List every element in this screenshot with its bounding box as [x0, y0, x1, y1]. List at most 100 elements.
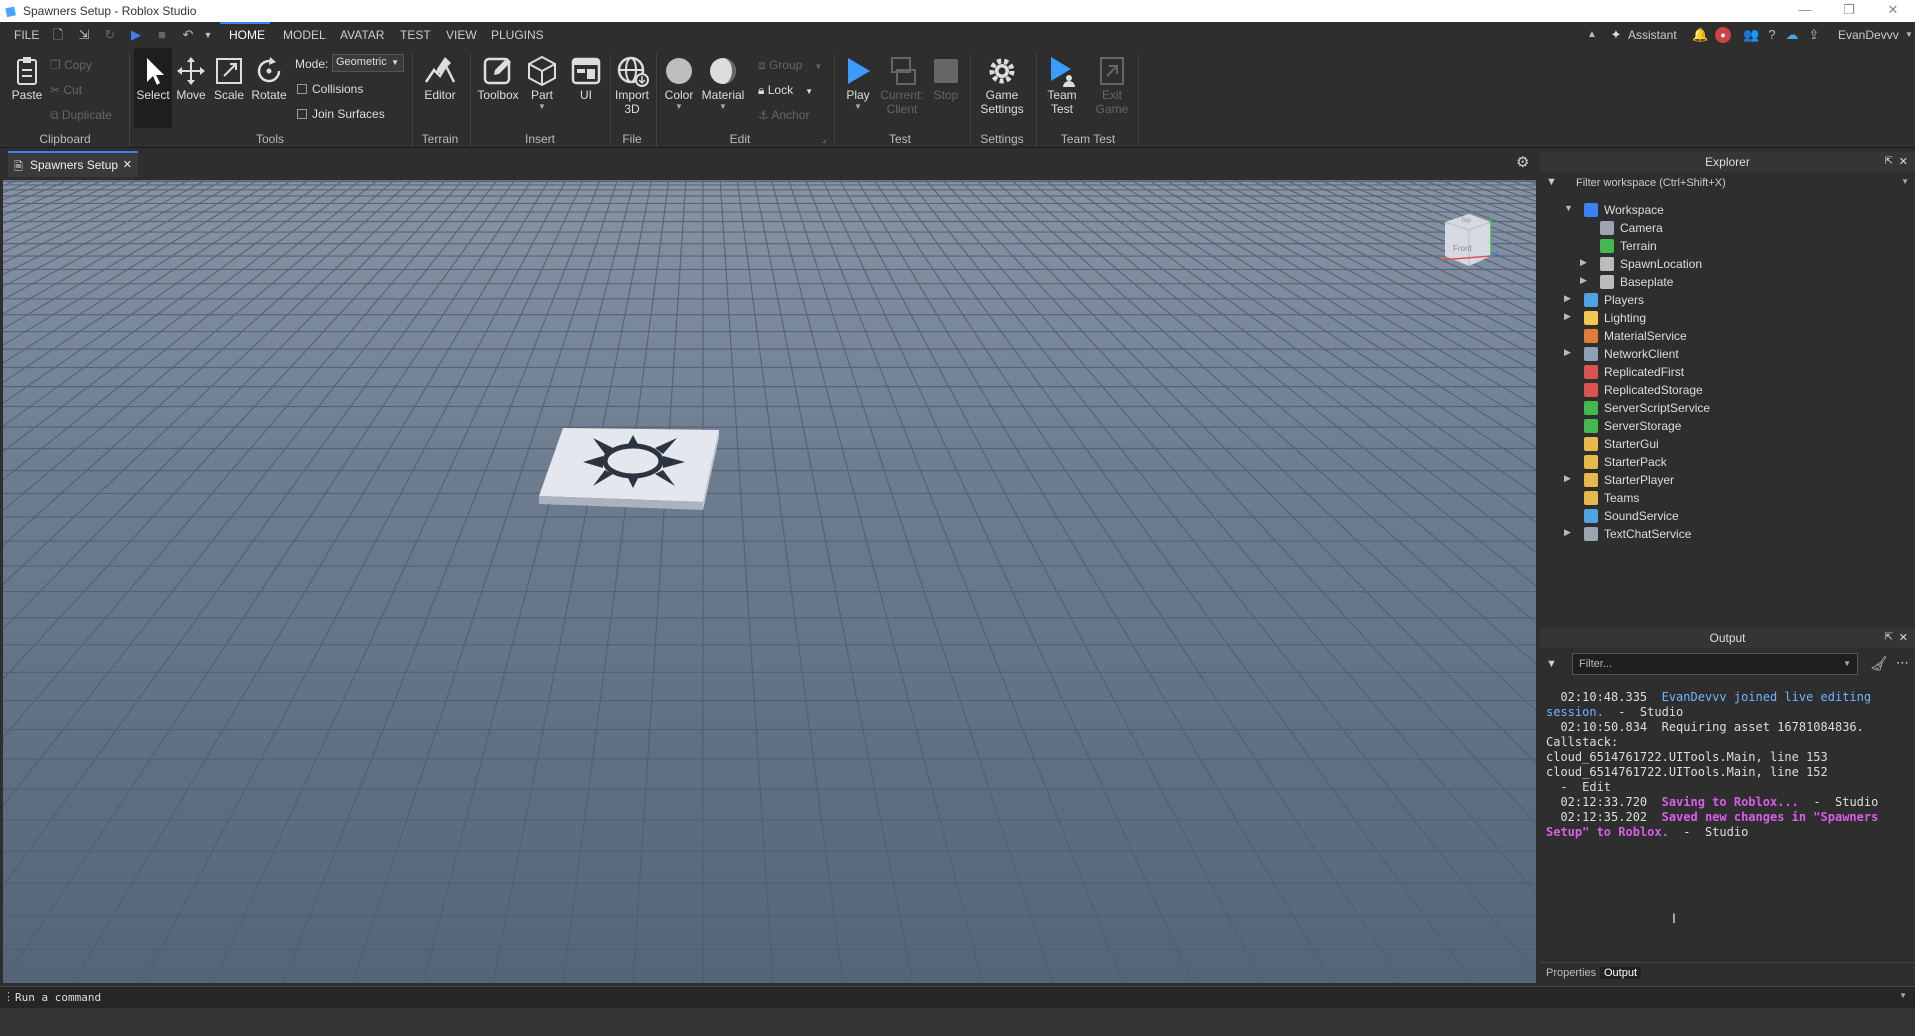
rotate-tool-button[interactable]: Rotate — [248, 54, 290, 102]
avatar-icon[interactable]: ● — [1715, 27, 1731, 43]
explorer-dock-icon[interactable]: ⇱ — [1885, 152, 1893, 172]
clear-output-broom-icon[interactable]: 🧹︎ — [1870, 655, 1888, 672]
current-label-line1: Current: — [880, 88, 924, 102]
ui-button[interactable]: UI — [566, 54, 606, 102]
group-dropdown-icon: ▼ — [814, 62, 823, 71]
minimize-button[interactable]: — — [1790, 2, 1820, 17]
edit-settings-launcher-icon[interactable]: ⌟ — [822, 134, 826, 145]
user-dropdown-icon[interactable]: ▼ — [1901, 27, 1915, 43]
explorer-item-replicatedstorage[interactable]: ReplicatedStorage — [1584, 383, 1703, 401]
output-close-icon[interactable]: ✕ — [1899, 628, 1908, 648]
terrain-editor-button[interactable]: Editor — [418, 54, 462, 102]
close-window-button[interactable]: ✕ — [1878, 2, 1908, 18]
collaborators-icon[interactable]: 👥 — [1743, 27, 1759, 43]
command-bar-dropdown-icon[interactable]: ▼ — [1899, 991, 1907, 1000]
import-3d-label-line2: 3D — [624, 102, 640, 116]
explorer-item-baseplate[interactable]: ▶ Baseplate — [1580, 275, 1673, 293]
log-message: - Studio — [1603, 705, 1684, 719]
tab-view[interactable]: VIEW — [446, 28, 477, 42]
collapsed-arrow-icon[interactable]: ▶ — [1580, 257, 1587, 268]
collapsed-arrow-icon[interactable]: ▶ — [1564, 527, 1571, 538]
paste-button[interactable]: Paste — [8, 54, 46, 102]
collapsed-arrow-icon[interactable]: ▶ — [1564, 293, 1571, 304]
tab-file[interactable]: FILE — [14, 28, 39, 42]
undo-icon[interactable]: ↶ — [180, 27, 196, 43]
explorer-item-startergui[interactable]: StarterGui — [1584, 437, 1659, 455]
tab-avatar[interactable]: AVATAR — [340, 28, 384, 42]
explorer-filter-dropdown-icon[interactable]: ▼ — [1901, 177, 1909, 186]
share-icon[interactable]: ⇪ — [1806, 27, 1822, 43]
lock-button[interactable]: 🔒︎ Lock ▼ — [758, 83, 813, 98]
team-test-button[interactable]: Team Test — [1042, 54, 1082, 116]
bottom-panel-tabs: Properties Output — [1540, 962, 1915, 984]
new-file-icon[interactable]: 🗋 — [50, 27, 66, 43]
collisions-checkbox[interactable]: Collisions — [297, 82, 363, 96]
explorer-close-icon[interactable]: ✕ — [1899, 152, 1908, 172]
view-cube[interactable]: Top Front — [1439, 210, 1499, 274]
document-tab-spawners-setup[interactable]: 🗎 Spawners Setup ✕ — [8, 151, 138, 177]
tab-plugins[interactable]: PLUGINS — [491, 28, 544, 42]
collapsed-arrow-icon[interactable]: ▶ — [1564, 473, 1571, 484]
explorer-item-serverscriptservice[interactable]: ServerScriptService — [1584, 401, 1710, 419]
part-button[interactable]: Part ▼ — [522, 54, 562, 111]
help-icon[interactable]: ? — [1764, 27, 1780, 43]
output-filter-input[interactable]: Filter... ▼ — [1572, 653, 1858, 675]
collapsed-arrow-icon[interactable]: ▶ — [1564, 311, 1571, 322]
join-surfaces-checkbox[interactable]: Join Surfaces — [297, 107, 385, 121]
import-3d-button[interactable]: Import 3D — [612, 54, 652, 116]
toolbox-button[interactable]: Toolbox — [474, 54, 522, 102]
tab-home[interactable]: HOME — [229, 28, 265, 42]
output-more-options-icon[interactable]: ⋯ — [1896, 655, 1909, 671]
notifications-icon[interactable]: 🔔 — [1692, 27, 1708, 43]
publish-icon[interactable]: ⇲ — [76, 27, 92, 43]
command-bar[interactable]: ⋮ Run a command ▼ — [0, 986, 1915, 1008]
explorer-item-networkclient[interactable]: ▶ NetworkClient — [1564, 347, 1679, 365]
move-tool-button[interactable]: Move — [172, 54, 210, 102]
scale-tool-button[interactable]: Scale — [210, 54, 248, 102]
explorer-item-starterplayer[interactable]: ▶ StarterPlayer — [1564, 473, 1674, 491]
assistant-icon[interactable]: ✦ — [1608, 27, 1624, 43]
explorer-item-players[interactable]: ▶ Players — [1564, 293, 1644, 311]
select-tool-button[interactable]: Select — [134, 48, 172, 128]
explorer-item-replicatedfirst[interactable]: ReplicatedFirst — [1584, 365, 1684, 383]
collapsed-arrow-icon[interactable]: ▶ — [1580, 275, 1587, 286]
output-dock-icon[interactable]: ⇱ — [1885, 628, 1893, 648]
anchor-button: ⚓ Anchor — [758, 108, 809, 122]
tab-model[interactable]: MODEL — [283, 28, 326, 42]
3d-viewport[interactable]: Top Front — [3, 180, 1536, 983]
tab-output[interactable]: Output — [1600, 967, 1642, 979]
explorer-item-terrain[interactable]: Terrain — [1600, 239, 1657, 257]
color-button[interactable]: Color ▼ — [658, 54, 700, 111]
assistant-button[interactable]: Assistant — [1628, 28, 1677, 42]
explorer-item-starterpack[interactable]: StarterPack — [1584, 455, 1667, 473]
explorer-item-workspace[interactable]: ▼ Workspace — [1564, 203, 1664, 221]
spawn-location-pad[interactable] — [539, 428, 719, 510]
cloud-icon[interactable]: ☁ — [1784, 27, 1800, 43]
explorer-item-spawnlocation[interactable]: ▶ SpawnLocation — [1580, 257, 1702, 275]
active-tab-indicator — [220, 22, 270, 24]
mode-select[interactable]: Geometric ▼ — [332, 54, 404, 72]
quick-access-dropdown-icon[interactable]: ▼ — [200, 27, 216, 43]
game-settings-button[interactable]: Game Settings — [974, 54, 1030, 116]
play-quick-icon[interactable]: ▶ — [128, 27, 144, 43]
viewport-settings-gear-icon[interactable]: ⚙ — [1516, 153, 1529, 171]
material-button[interactable]: Material ▼ — [700, 54, 746, 111]
explorer-item-camera[interactable]: Camera — [1600, 221, 1663, 239]
restore-button[interactable]: ❐ — [1834, 2, 1864, 18]
collapse-ribbon-icon[interactable]: ▲ — [1584, 27, 1600, 43]
collapsed-arrow-icon[interactable]: ▶ — [1564, 347, 1571, 358]
tab-test[interactable]: TEST — [400, 28, 431, 42]
document-tab-close-button[interactable]: ✕ — [123, 158, 132, 171]
explorer-filter-input[interactable]: ▼ Filter workspace (Ctrl+Shift+X) ▼ — [1540, 174, 1915, 194]
explorer-item-lighting[interactable]: ▶ Lighting — [1564, 311, 1646, 329]
play-button[interactable]: Play ▼ — [838, 54, 878, 111]
expanded-arrow-icon[interactable]: ▼ — [1564, 203, 1573, 213]
explorer-item-serverstorage[interactable]: ServerStorage — [1584, 419, 1681, 437]
tab-properties[interactable]: Properties — [1546, 967, 1596, 979]
explorer-item-materialservice[interactable]: MaterialService — [1584, 329, 1687, 347]
username-menu[interactable]: EvanDevvv — [1838, 28, 1899, 42]
explorer-item-textchatservice[interactable]: ▶ TextChatService — [1564, 527, 1691, 545]
output-filter-funnel-icon[interactable]: ▼ — [1546, 658, 1557, 670]
explorer-item-teams[interactable]: Teams — [1584, 491, 1639, 509]
explorer-item-soundservice[interactable]: SoundService — [1584, 509, 1679, 527]
